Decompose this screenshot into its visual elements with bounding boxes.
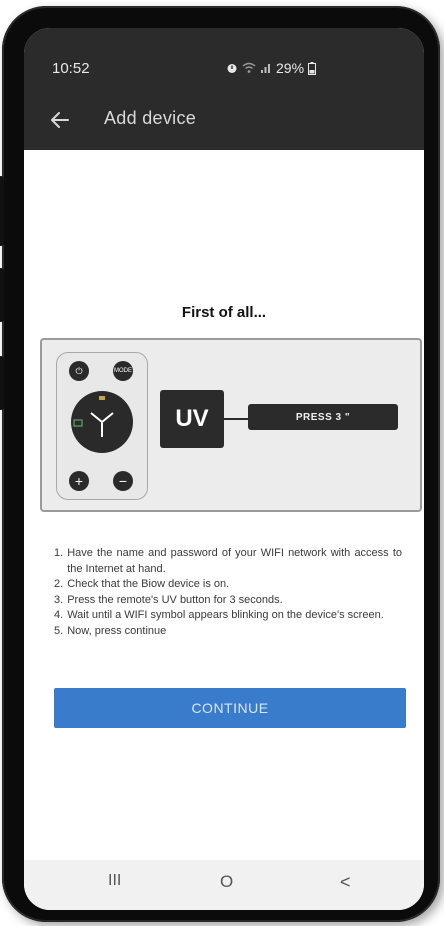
- plus-icon: +: [69, 471, 89, 491]
- screen: 10:52 29% Add device First of all... ⏻ M…: [24, 28, 424, 910]
- system-nav-bar: III O <: [24, 860, 424, 910]
- list-item: 2. Check that the Biow device is on.: [54, 578, 230, 590]
- minus-icon: −: [113, 471, 133, 491]
- status-time: 10:52: [52, 60, 90, 77]
- list-item: 5. Now, press continue: [54, 624, 167, 637]
- side-button-lower: [0, 268, 4, 322]
- power-icon: ⏻: [69, 361, 89, 381]
- status-bar: 10:52 29%: [24, 28, 424, 94]
- uv-button-label: UV: [160, 390, 224, 448]
- list-item: 4. Wait until a WIFI symbol appears blink…: [54, 609, 384, 621]
- dial-arrows-icon: [73, 396, 114, 437]
- list-item: 1. Have the name and password of your WIF…: [54, 547, 402, 575]
- signal-icon: [261, 64, 270, 73]
- uv-instruction-illustration: ⏻ MODE + − UV PRESS 3 ": [40, 338, 422, 512]
- side-button-upper: [0, 176, 4, 246]
- alarm-icon: [227, 64, 237, 73]
- home-button[interactable]: O: [220, 872, 233, 892]
- press-label: PRESS 3 ": [248, 404, 398, 430]
- mode-icon: MODE: [113, 361, 133, 381]
- back-arrow-icon[interactable]: [48, 108, 72, 132]
- back-nav-button[interactable]: <: [340, 872, 351, 893]
- heading: First of all...: [181, 304, 267, 321]
- battery-icon: [308, 61, 317, 75]
- connector-line: [224, 418, 248, 420]
- page-title: Add device: [104, 108, 197, 128]
- phone-frame: 10:52 29% Add device First of all... ⏻ M…: [0, 6, 440, 922]
- wifi-icon: [242, 62, 256, 73]
- remote-control: ⏻ MODE + −: [56, 352, 148, 500]
- continue-button[interactable]: CONTINUE: [54, 688, 406, 728]
- recents-button[interactable]: III: [108, 872, 121, 890]
- app-bar: Add device: [24, 94, 424, 150]
- battery-percent: 29%: [276, 60, 305, 76]
- side-button-bottom: [0, 356, 4, 410]
- remote-dial: [71, 391, 133, 453]
- instruction-list: 1. Have the name and password of your WIF…: [54, 546, 402, 639]
- list-item: 3. Press the remote's UV button for 3 sec…: [54, 593, 283, 606]
- status-icons: 29%: [226, 60, 317, 76]
